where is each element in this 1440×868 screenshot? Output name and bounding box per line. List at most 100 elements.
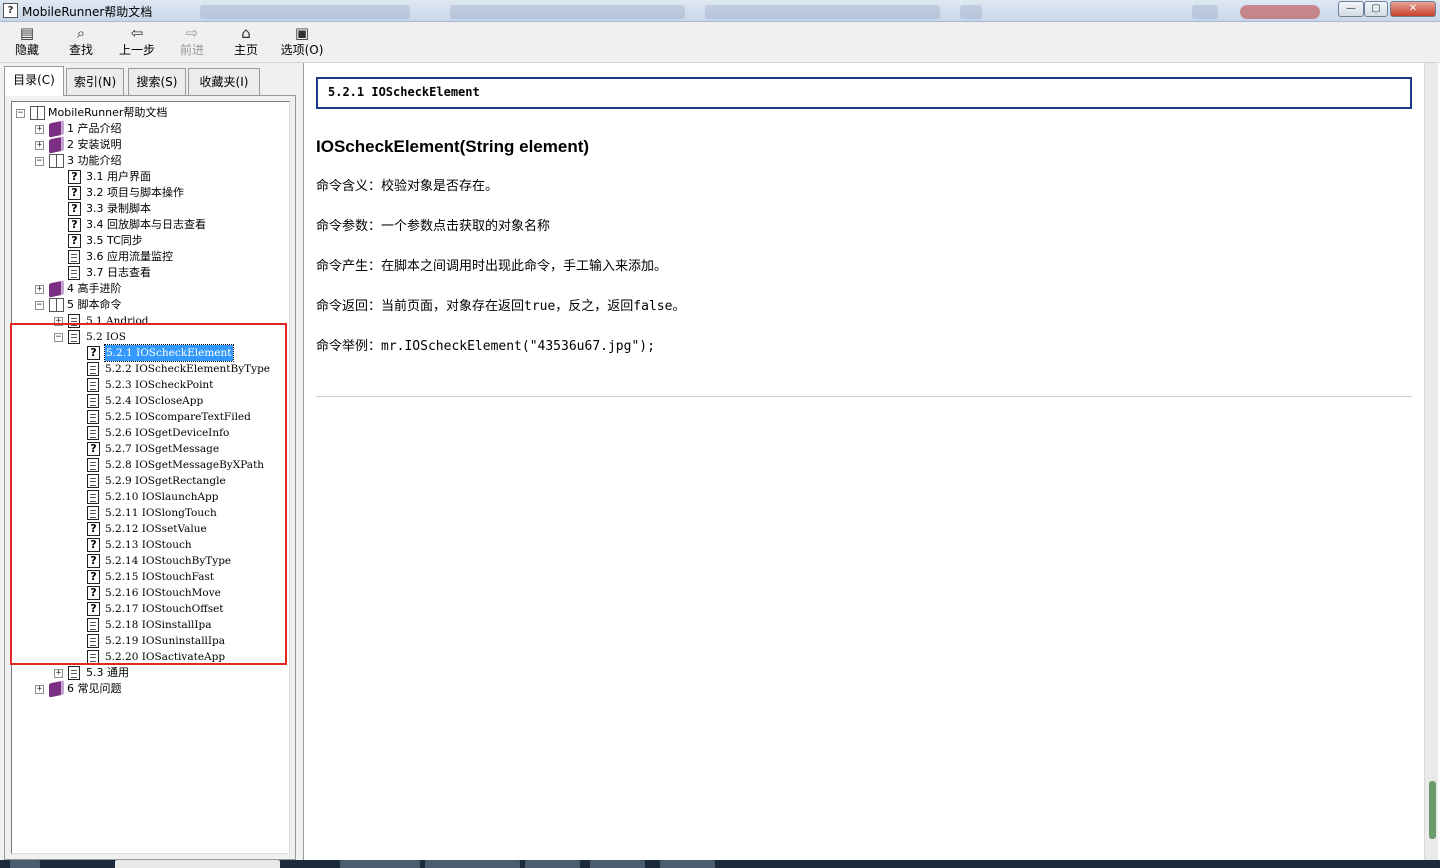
tree-item[interactable]: +5.3 通用 — [12, 665, 289, 681]
background-window-tab — [1192, 5, 1218, 19]
tab-search[interactable]: 搜索(S) — [128, 68, 186, 95]
tree-item[interactable]: ? 5.2.1 IOScheckElement — [12, 344, 289, 362]
tab-contents[interactable]: 目录(C) — [4, 66, 64, 96]
tree-item[interactable]: − 5.2 IOS — [12, 329, 289, 345]
tree-item[interactable]: ? 5.2.17 IOStouchOffset — [12, 601, 289, 617]
title-bar[interactable]: ? MobileRunner帮助文档 — ▢ ✕ — [0, 0, 1440, 22]
collapse-icon[interactable]: − — [54, 333, 63, 342]
taskbar-button[interactable] — [340, 860, 420, 868]
tree-item[interactable]: ? 5.2.13 IOStouch — [12, 537, 289, 553]
tree-item[interactable]: ? 5.2.14 IOStouchByType — [12, 553, 289, 569]
contents-tree[interactable]: − MobileRunner帮助文档 +1 产品介绍 +2 安装说明 −3 功能介绍? 3… — [11, 101, 290, 854]
tree-item[interactable]: ? 3.4 回放脚本与日志查看 — [12, 217, 289, 233]
tree-item[interactable]: − MobileRunner帮助文档 — [12, 105, 289, 121]
collapse-icon[interactable]: − — [16, 109, 25, 118]
command-origin: 命令产生：在脚本之间调用时出现此命令，手工输入来添加。 — [316, 259, 668, 274]
expand-icon[interactable]: + — [54, 669, 63, 678]
expand-icon[interactable]: + — [35, 125, 44, 134]
tree-item[interactable]: 5.2.20 IOSactivateApp — [12, 649, 289, 665]
tab-index[interactable]: 索引(N) — [66, 68, 124, 95]
help-topic-icon: ? — [87, 442, 100, 456]
tree-item[interactable]: 5.2.3 IOScheckPoint — [12, 377, 289, 393]
open-book-icon — [49, 154, 64, 168]
tree-item-label: 5.2.17 IOStouchOffset — [105, 603, 224, 615]
tree-item-label: 5.2.1 IOScheckElement — [104, 344, 234, 362]
find-button[interactable]: ⌕ 查找 — [62, 24, 100, 60]
tree-item[interactable]: 5.2.5 IOScompareTextFiled — [12, 409, 289, 425]
closed-book-icon — [49, 680, 64, 698]
tree-item[interactable]: 5.2.4 IOScloseApp — [12, 393, 289, 409]
close-button[interactable]: ✕ — [1390, 1, 1436, 17]
forward-button[interactable]: ⇨ 前进 — [174, 24, 210, 60]
hide-button[interactable]: ▤ 隐藏 — [8, 24, 46, 60]
tree-item[interactable]: ? 3.3 录制脚本 — [12, 201, 289, 217]
tree-item[interactable]: ? 5.2.12 IOSsetValue — [12, 521, 289, 537]
expand-icon[interactable]: + — [54, 317, 63, 326]
tree-item[interactable]: 5.2.10 IOSlaunchApp — [12, 489, 289, 505]
tree-item-label: 5.2 IOS — [86, 331, 126, 343]
tree-item-label: 5.2.18 IOSinstallIpa — [105, 619, 212, 631]
tree-item[interactable]: 5.2.9 IOSgetRectangle — [12, 473, 289, 489]
tree-item[interactable]: ? 3.1 用户界面 — [12, 169, 289, 185]
tree-item[interactable]: ? 5.2.16 IOStouchMove — [12, 585, 289, 601]
tree-item[interactable]: − 5 脚本命令 — [12, 297, 289, 313]
tree-item-label: 3 功能介绍 — [67, 154, 122, 167]
tree-item-label: 5.2.5 IOScompareTextFiled — [105, 411, 251, 423]
minimize-button[interactable]: — — [1338, 1, 1364, 17]
tree-item-label: 5.2.6 IOSgetDeviceInfo — [105, 427, 230, 439]
tree-item[interactable]: 5.2.18 IOSinstallIpa — [12, 617, 289, 633]
expand-icon[interactable]: + — [35, 285, 44, 294]
maximize-button[interactable]: ▢ — [1364, 1, 1388, 17]
taskbar-button[interactable] — [590, 860, 645, 868]
tree-item-label: 3.1 用户界面 — [86, 170, 151, 183]
tree-item[interactable]: − 3 功能介绍 — [12, 153, 289, 169]
tree-item[interactable]: +5.1 Andriod — [12, 313, 289, 329]
tree-item[interactable]: +2 安装说明 — [12, 136, 289, 154]
tree-item[interactable]: +4 高手进阶 — [12, 280, 289, 298]
tab-favorites[interactable]: 收藏夹(I) — [188, 68, 260, 95]
tree-item[interactable]: ? 3.2 项目与脚本操作 — [12, 185, 289, 201]
expand-icon[interactable]: + — [35, 141, 44, 150]
tree-item[interactable]: 3.7 日志查看 — [12, 265, 289, 281]
help-topic-icon: ? — [87, 554, 100, 568]
scrollbar-thumb[interactable] — [1429, 781, 1436, 839]
taskbar-button[interactable] — [115, 860, 280, 868]
page-icon — [68, 666, 80, 680]
help-topic-icon: ? — [87, 586, 100, 600]
tree-item[interactable]: 3.6 应用流量监控 — [12, 249, 289, 265]
background-window-tab — [1240, 5, 1320, 19]
divider — [316, 396, 1412, 397]
tree-item[interactable]: 5.2.19 IOSuninstallIpa — [12, 633, 289, 649]
tree-item-label: 5.2.8 IOSgetMessageByXPath — [105, 459, 265, 471]
page-icon — [87, 650, 99, 664]
collapse-icon[interactable]: − — [35, 301, 44, 310]
taskbar-button[interactable] — [425, 860, 520, 868]
tree-item[interactable]: 5.2.11 IOSlongTouch — [12, 505, 289, 521]
tree-item[interactable]: 5.2.6 IOSgetDeviceInfo — [12, 425, 289, 441]
tree-item[interactable]: ? 5.2.7 IOSgetMessage — [12, 441, 289, 457]
closed-book-icon — [49, 120, 64, 138]
tree-item[interactable]: 5.2.2 IOScheckElementByType — [12, 361, 289, 377]
tree-item-label: 6 常见问题 — [67, 682, 122, 695]
tree-item-label: 5.2.20 IOSactivateApp — [105, 651, 226, 663]
vertical-scrollbar[interactable] — [1424, 63, 1438, 860]
taskbar-button[interactable] — [660, 860, 715, 868]
options-button[interactable]: ▣ 选项(O) — [278, 24, 326, 60]
back-button[interactable]: ⇦ 上一步 — [114, 24, 160, 60]
taskbar-button[interactable] — [10, 860, 40, 868]
tree-item-label: 3.7 日志查看 — [86, 266, 151, 279]
expand-icon[interactable]: + — [35, 685, 44, 694]
tree-item-label: 5.2.19 IOSuninstallIpa — [105, 635, 226, 647]
tree-item[interactable]: +1 产品介绍 — [12, 120, 289, 138]
tree-item-label: 5.2.11 IOSlongTouch — [105, 507, 217, 519]
background-window-tab — [450, 5, 685, 19]
tree-item[interactable]: ? 3.5 TC同步 — [12, 233, 289, 249]
tree-item[interactable]: 5.2.8 IOSgetMessageByXPath — [12, 457, 289, 473]
taskbar-button[interactable] — [525, 860, 580, 868]
tree-item[interactable]: +6 常见问题 — [12, 680, 289, 698]
tree-item[interactable]: ? 5.2.15 IOStouchFast — [12, 569, 289, 585]
closed-book-icon — [49, 280, 64, 298]
home-button[interactable]: ⌂ 主页 — [228, 24, 264, 60]
collapse-icon[interactable]: − — [35, 157, 44, 166]
toolbar: ▤ 隐藏 ⌕ 查找 ⇦ 上一步 ⇨ 前进 ⌂ 主页 ▣ 选项(O) — [0, 22, 1440, 63]
